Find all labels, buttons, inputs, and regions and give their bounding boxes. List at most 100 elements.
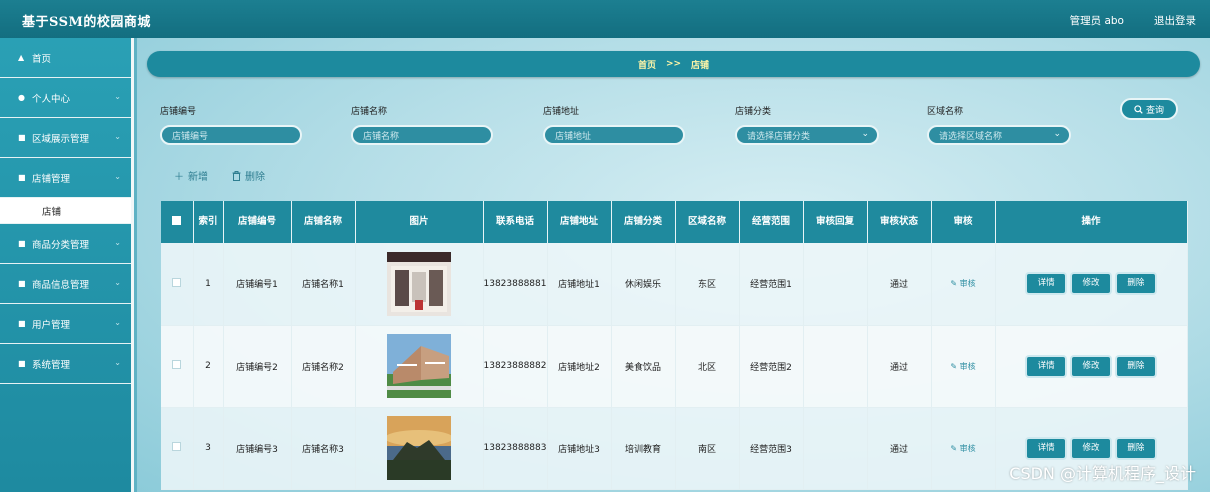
chevron-down-icon: ⌄ bbox=[114, 278, 121, 287]
header-area: 区域名称 bbox=[675, 201, 740, 243]
main-content: 首页 >> 店铺 店铺编号 店铺编号 店铺名称 店铺名称 店铺地址 店铺地址 店… bbox=[137, 38, 1210, 492]
cell-reply bbox=[803, 407, 868, 490]
header-index: 索引 bbox=[193, 201, 224, 243]
sidebar-item-label: 店铺管理 bbox=[32, 173, 71, 185]
sidebar-item-label: 商品分类管理 bbox=[32, 239, 90, 251]
sidebar-item-store-management[interactable]: ■ 店铺管理 ⌄ bbox=[0, 158, 131, 198]
header-status: 审核状态 bbox=[867, 201, 932, 243]
header-reply: 审核回复 bbox=[803, 201, 868, 243]
header-scope: 经营范围 bbox=[739, 201, 804, 243]
table-header-row: 索引 店铺编号 店铺名称 图片 联系电话 店铺地址 店铺分类 区域名称 经营范围… bbox=[161, 201, 1188, 243]
users-icon: ■ bbox=[18, 319, 26, 328]
edit-button[interactable]: 修改 bbox=[1072, 438, 1110, 458]
add-button[interactable]: ＋ 新增 bbox=[174, 168, 208, 183]
row-checkbox[interactable] bbox=[172, 360, 182, 369]
cell-scope: 经营范围1 bbox=[739, 243, 804, 326]
cell-store-name: 店铺名称3 bbox=[291, 407, 356, 490]
sidebar-item-label: 个人中心 bbox=[32, 93, 71, 105]
cell-category: 美食饮品 bbox=[611, 325, 676, 408]
sidebar-item-personal-center[interactable]: ● 个人中心 ⌄ bbox=[0, 78, 131, 118]
cell-store-code: 店铺编号1 bbox=[223, 243, 292, 326]
audit-link-label: 审核 bbox=[959, 279, 976, 289]
sidebar-item-area-display[interactable]: ■ 区域展示管理 ⌄ bbox=[0, 118, 131, 158]
filter-label-store-code: 店铺编号 bbox=[160, 107, 197, 117]
search-button[interactable]: 查询 bbox=[1120, 98, 1178, 120]
chevron-down-icon: ⌄ bbox=[114, 238, 121, 247]
detail-button[interactable]: 详情 bbox=[1027, 438, 1066, 458]
sidebar-item-system-management[interactable]: ■ 系统管理 ⌄ bbox=[0, 344, 131, 384]
header-store-code: 店铺编号 bbox=[223, 201, 292, 243]
cell-address: 店铺地址2 bbox=[547, 325, 612, 408]
filter-label-store-address: 店铺地址 bbox=[543, 107, 580, 117]
edit-button[interactable]: 修改 bbox=[1072, 274, 1110, 294]
row-checkbox[interactable] bbox=[172, 277, 182, 287]
store-code-input[interactable]: 店铺编号 bbox=[160, 125, 302, 145]
store-address-input[interactable]: 店铺地址 bbox=[543, 125, 685, 145]
breadcrumb-home[interactable]: 首页 bbox=[638, 58, 656, 71]
cell-address: 店铺地址3 bbox=[547, 407, 612, 490]
delete-button[interactable]: 删除 bbox=[1116, 356, 1155, 376]
chevron-down-icon: ⌄ bbox=[114, 172, 121, 181]
header-audit: 审核 bbox=[931, 201, 996, 243]
home-icon: ▲ bbox=[18, 53, 25, 62]
trash-icon bbox=[232, 170, 241, 181]
cell-index: 2 bbox=[193, 325, 224, 408]
grid-icon: ■ bbox=[18, 279, 26, 288]
watermark: CSDN @计算机程序_设计 bbox=[1009, 464, 1196, 483]
audit-link[interactable]: ✎ 审核 bbox=[950, 279, 975, 288]
select-all-checkbox[interactable] bbox=[172, 215, 182, 225]
sidebar: ▲ 首页 ● 个人中心 ⌄ ■ 区域展示管理 ⌄ ■ 店铺管理 ⌄ 店铺 ■ 商… bbox=[0, 38, 134, 492]
delete-button[interactable]: 删除 bbox=[1116, 438, 1155, 458]
header-address: 店铺地址 bbox=[547, 201, 612, 243]
edit-icon: ✎ bbox=[950, 361, 960, 371]
area-name-select[interactable]: 请选择区域名称 ⌄ bbox=[927, 125, 1071, 145]
audit-link[interactable]: ✎ 审核 bbox=[950, 362, 975, 371]
plus-icon: ＋ bbox=[174, 172, 184, 183]
sidebar-item-category-management[interactable]: ■ 商品分类管理 ⌄ bbox=[0, 224, 131, 264]
store-image bbox=[387, 416, 451, 480]
cell-area: 北区 bbox=[675, 325, 740, 408]
sidebar-item-user-management[interactable]: ■ 用户管理 ⌄ bbox=[0, 304, 131, 344]
chevron-down-icon: ⌄ bbox=[114, 318, 121, 327]
audit-link-label: 审核 bbox=[959, 443, 976, 453]
logout-link[interactable]: 退出登录 bbox=[1154, 13, 1196, 28]
sidebar-item-label: 区域展示管理 bbox=[32, 133, 90, 145]
batch-delete-button[interactable]: 删除 bbox=[232, 168, 265, 183]
header-operations: 操作 bbox=[995, 201, 1188, 243]
select-placeholder: 请选择区域名称 bbox=[939, 131, 1003, 142]
store-category-select[interactable]: 请选择店铺分类 ⌄ bbox=[735, 125, 879, 145]
sidebar-item-product-management[interactable]: ■ 商品信息管理 ⌄ bbox=[0, 264, 131, 304]
cell-phone: 13823888883 bbox=[483, 407, 548, 490]
sidebar-item-label: 系统管理 bbox=[32, 359, 71, 371]
filter-label-area-name: 区域名称 bbox=[927, 107, 964, 117]
cell-reply bbox=[803, 325, 868, 408]
table-row: 1 店铺编号1 店铺名称1 13823888881 店铺地址1 休闲娱乐 东区 … bbox=[161, 243, 1188, 326]
audit-link-label: 审核 bbox=[959, 361, 976, 371]
add-button-label: 新增 bbox=[188, 172, 208, 183]
user-icon: ● bbox=[18, 93, 25, 102]
cell-phone: 13823888881 bbox=[483, 243, 548, 326]
chevron-down-icon: ⌄ bbox=[114, 358, 121, 367]
sidebar-item-home[interactable]: ▲ 首页 bbox=[0, 38, 131, 78]
sidebar-item-label: 首页 bbox=[32, 53, 52, 65]
cell-category: 培训教育 bbox=[611, 407, 676, 490]
header-category: 店铺分类 bbox=[611, 201, 676, 243]
header-store-name: 店铺名称 bbox=[291, 201, 356, 243]
header-image: 图片 bbox=[355, 201, 484, 243]
row-checkbox[interactable] bbox=[172, 442, 182, 451]
detail-button[interactable]: 详情 bbox=[1027, 274, 1066, 294]
sidebar-subitem-store[interactable]: 店铺 bbox=[0, 198, 131, 224]
delete-button[interactable]: 删除 bbox=[1116, 274, 1155, 294]
cell-store-name: 店铺名称2 bbox=[291, 325, 356, 408]
grid-icon: ■ bbox=[18, 359, 26, 368]
delete-button-label: 删除 bbox=[245, 172, 265, 183]
cell-phone: 13823888882 bbox=[483, 325, 548, 408]
filter-label-store-category: 店铺分类 bbox=[735, 107, 772, 117]
detail-button[interactable]: 详情 bbox=[1027, 356, 1066, 376]
edit-button[interactable]: 修改 bbox=[1072, 356, 1110, 376]
store-name-input[interactable]: 店铺名称 bbox=[351, 125, 493, 145]
cell-address: 店铺地址1 bbox=[547, 243, 612, 326]
chevron-down-icon: ⌄ bbox=[1053, 129, 1061, 139]
grid-icon: ■ bbox=[18, 239, 26, 248]
audit-link[interactable]: ✎ 审核 bbox=[950, 444, 975, 453]
